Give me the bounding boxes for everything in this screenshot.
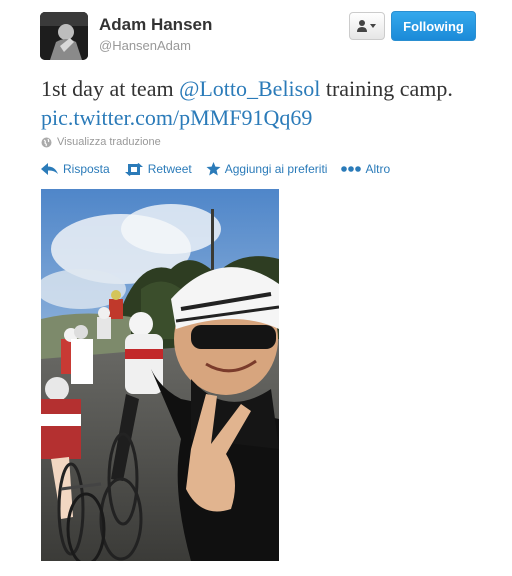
- more-button[interactable]: Altro: [341, 162, 390, 176]
- translate-link[interactable]: Visualizza traduzione: [41, 136, 161, 148]
- reply-button[interactable]: Risposta: [41, 162, 110, 176]
- tweet-text: 1st day at team @Lotto_Belisol training …: [41, 74, 481, 132]
- translate-label: Visualizza traduzione: [57, 136, 161, 148]
- favorite-button[interactable]: Aggiungi ai preferiti: [206, 162, 328, 176]
- globe-icon: [41, 137, 52, 147]
- tweet-photo[interactable]: [41, 189, 279, 561]
- avatar[interactable]: [40, 12, 88, 60]
- tweet-actions: Risposta Retweet Aggiungi ai preferiti A…: [41, 162, 404, 176]
- retweet-icon: [124, 162, 143, 176]
- favorite-label: Aggiungi ai preferiti: [224, 162, 328, 176]
- pic-link[interactable]: pic.twitter.com/pMMF91Qq69: [41, 105, 312, 130]
- retweet-button[interactable]: Retweet: [124, 162, 192, 176]
- tweet-text-start: 1st day at team: [41, 76, 180, 101]
- more-label: Altro: [365, 162, 391, 176]
- following-button[interactable]: Following: [391, 11, 476, 41]
- person-dropdown-icon: [357, 20, 376, 32]
- star-icon: [206, 162, 221, 176]
- reply-label: Risposta: [63, 162, 110, 176]
- reply-icon: [41, 163, 58, 175]
- user-name[interactable]: Adam Hansen: [99, 15, 212, 35]
- user-handle[interactable]: @HansenAdam: [99, 38, 191, 53]
- mention-link[interactable]: @Lotto_Belisol: [179, 76, 320, 101]
- retweet-label: Retweet: [147, 162, 192, 176]
- more-dots-icon: [341, 166, 362, 172]
- tweet-text-mid: training camp.: [320, 76, 453, 101]
- user-actions-button[interactable]: [349, 12, 385, 40]
